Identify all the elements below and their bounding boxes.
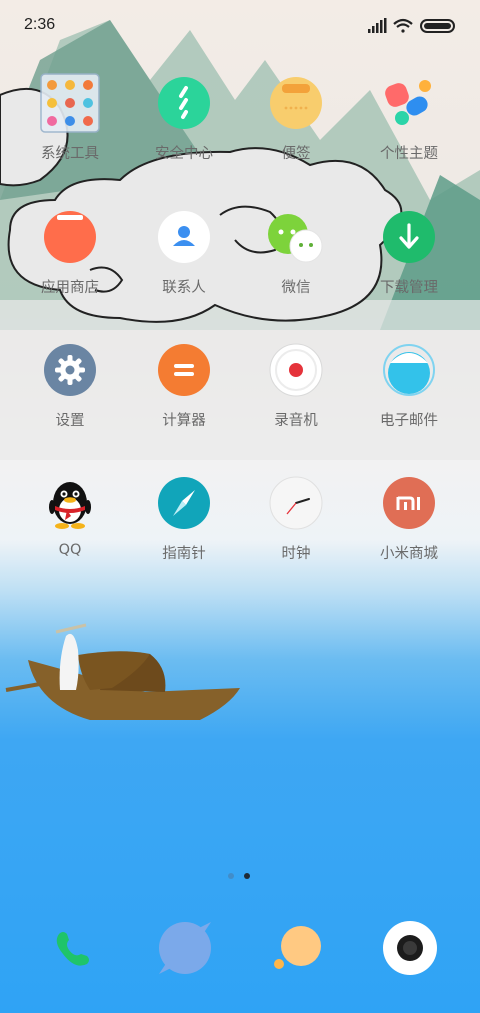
app-label: QQ <box>58 542 82 558</box>
status-time: 2:36 <box>24 16 56 33</box>
app-recorder[interactable]: 录音机 <box>236 343 356 430</box>
contacts-icon <box>157 210 211 264</box>
folder-icon <box>40 73 100 133</box>
app-label: 系统工具 <box>41 146 99 162</box>
app-label: 录音机 <box>274 413 318 429</box>
dock-browser[interactable] <box>239 920 359 976</box>
app-label: 便签 <box>281 146 311 162</box>
dock-phone[interactable] <box>13 920 133 976</box>
compass-icon <box>157 476 211 530</box>
app-folder[interactable]: 系统工具 <box>10 73 130 163</box>
app-label: 小米商城 <box>380 546 438 562</box>
messages-icon <box>157 920 213 976</box>
app-label: 指南针 <box>162 546 206 562</box>
clock-icon <box>269 476 323 530</box>
signal-icon <box>368 18 387 33</box>
status-bar: 2:36 <box>0 0 480 52</box>
app-label: 设置 <box>55 413 85 429</box>
app-qq-penguin[interactable]: QQ <box>10 476 130 558</box>
notes-icon <box>269 76 323 130</box>
qq-penguin-icon <box>43 476 97 530</box>
wifi-icon <box>393 18 413 33</box>
app-security-center[interactable]: 安全中心 <box>124 76 244 163</box>
page-dot-2[interactable] <box>244 873 250 879</box>
status-icons <box>368 17 458 35</box>
app-label: 个性主题 <box>380 146 438 162</box>
mi-store-icon <box>382 476 436 530</box>
app-label: 时钟 <box>281 546 311 562</box>
dock-camera[interactable] <box>350 920 470 976</box>
battery-icon <box>420 19 455 33</box>
app-label: 联系人 <box>162 280 206 296</box>
app-email[interactable]: 电子邮件 <box>349 343 469 430</box>
app-label: 安全中心 <box>155 146 213 162</box>
recorder-icon <box>269 343 323 397</box>
app-mi-store[interactable]: 小米商城 <box>349 476 469 563</box>
security-center-icon <box>157 76 211 130</box>
app-label: 应用商店 <box>41 280 99 296</box>
app-app-store[interactable]: 应用商店 <box>10 210 130 297</box>
app-label: 微信 <box>281 280 311 296</box>
app-download[interactable]: 下载管理 <box>349 210 469 297</box>
download-icon <box>382 210 436 264</box>
app-settings-gear[interactable]: 设置 <box>10 343 130 430</box>
page-indicator <box>226 872 254 880</box>
themes-icon <box>382 76 436 130</box>
app-contacts[interactable]: 联系人 <box>124 210 244 297</box>
boat-illustration <box>5 623 240 720</box>
app-store-icon <box>43 210 97 264</box>
email-icon <box>382 343 436 397</box>
wechat-icon <box>266 210 326 264</box>
app-clock[interactable]: 时钟 <box>236 476 356 563</box>
dock-messages[interactable] <box>125 920 245 976</box>
app-label: 电子邮件 <box>380 413 438 429</box>
camera-icon <box>382 920 438 976</box>
app-wechat[interactable]: 微信 <box>236 210 356 297</box>
app-notes[interactable]: 便签 <box>236 76 356 163</box>
home-screen: 2:36 系统工具 安全中心 便签 个性主题 应用商店 联系人 微信 下载管理 … <box>0 0 480 1013</box>
page-dot-1[interactable] <box>228 873 234 879</box>
phone-icon <box>45 920 101 976</box>
app-compass[interactable]: 指南针 <box>124 476 244 563</box>
calculator-icon <box>157 343 211 397</box>
app-calculator[interactable]: 计算器 <box>124 343 244 430</box>
app-themes[interactable]: 个性主题 <box>349 76 469 163</box>
app-label: 计算器 <box>162 413 206 429</box>
app-label: 下载管理 <box>380 280 438 296</box>
settings-gear-icon <box>43 343 97 397</box>
browser-icon <box>271 920 327 976</box>
